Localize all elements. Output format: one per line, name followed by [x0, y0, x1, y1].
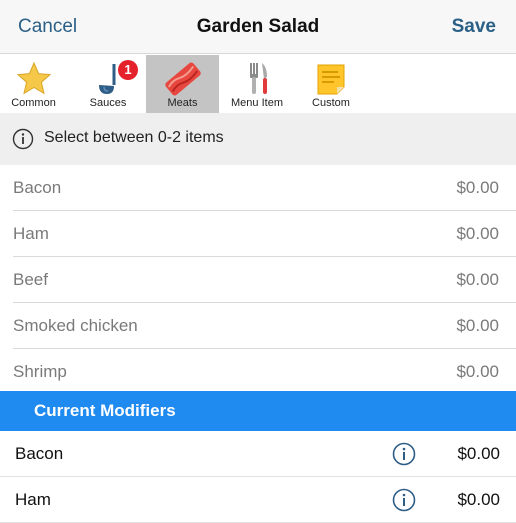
current-modifier-row[interactable]: Ham $0.00 — [0, 477, 516, 523]
bacon-icon — [164, 62, 201, 96]
option-name: Shrimp — [13, 362, 67, 381]
selection-hint: Select between 0-2 items — [0, 113, 516, 165]
modifier-price: $0.00 — [457, 444, 500, 463]
tab-label: Menu Item — [231, 97, 283, 109]
modifier-price: $0.00 — [457, 490, 500, 509]
option-price: $0.00 — [456, 224, 499, 243]
save-button[interactable]: Save — [452, 16, 496, 38]
info-icon[interactable] — [392, 442, 416, 466]
tab-sauces[interactable]: 1 Sauces — [74, 55, 142, 113]
modifier-option-smoked-chicken[interactable]: Smoked chicken $0.00 — [13, 303, 516, 349]
utensils-icon — [250, 63, 267, 94]
tab-menu-item[interactable]: Menu Item — [222, 55, 292, 113]
hint-text: Select between 0-2 items — [44, 129, 224, 146]
option-name: Ham — [13, 224, 49, 243]
current-modifiers-header: Current Modifiers — [0, 391, 516, 431]
cancel-button[interactable]: Cancel — [18, 16, 77, 38]
option-name: Beef — [13, 270, 48, 289]
option-price: $0.00 — [456, 270, 499, 289]
info-icon — [12, 128, 34, 150]
modifier-option-bacon[interactable]: Bacon $0.00 — [13, 165, 516, 211]
tab-meats[interactable]: Meats — [146, 55, 219, 113]
tab-label: Common — [11, 97, 56, 109]
modifier-option-ham[interactable]: Ham $0.00 — [13, 211, 516, 257]
info-icon[interactable] — [392, 488, 416, 512]
modifier-option-beef[interactable]: Beef $0.00 — [13, 257, 516, 303]
current-modifier-row[interactable]: Bacon $0.00 — [0, 431, 516, 477]
option-name: Smoked chicken — [13, 316, 138, 335]
sticky-note-icon — [317, 64, 345, 95]
star-icon — [16, 61, 51, 95]
option-name: Bacon — [13, 178, 62, 197]
notification-badge: 1 — [118, 60, 138, 80]
tab-common[interactable]: Common — [0, 55, 67, 113]
modifier-name: Ham — [15, 490, 51, 509]
page-title: Garden Salad — [196, 16, 320, 37]
modifier-name: Bacon — [15, 444, 64, 463]
category-tabs: Common 1 Sauces Meats Menu Item Custom — [0, 55, 516, 113]
option-price: $0.00 — [456, 362, 499, 381]
tab-label: Custom — [312, 97, 350, 109]
navigation-bar: Cancel Garden Salad Save — [0, 0, 516, 54]
tab-label: Meats — [167, 97, 198, 109]
section-title: Current Modifiers — [34, 401, 176, 420]
tab-label: Sauces — [89, 97, 127, 109]
option-price: $0.00 — [456, 178, 499, 197]
modifier-option-shrimp[interactable]: Shrimp $0.00 — [13, 349, 516, 391]
option-price: $0.00 — [456, 316, 499, 335]
tab-custom[interactable]: Custom — [296, 55, 366, 113]
